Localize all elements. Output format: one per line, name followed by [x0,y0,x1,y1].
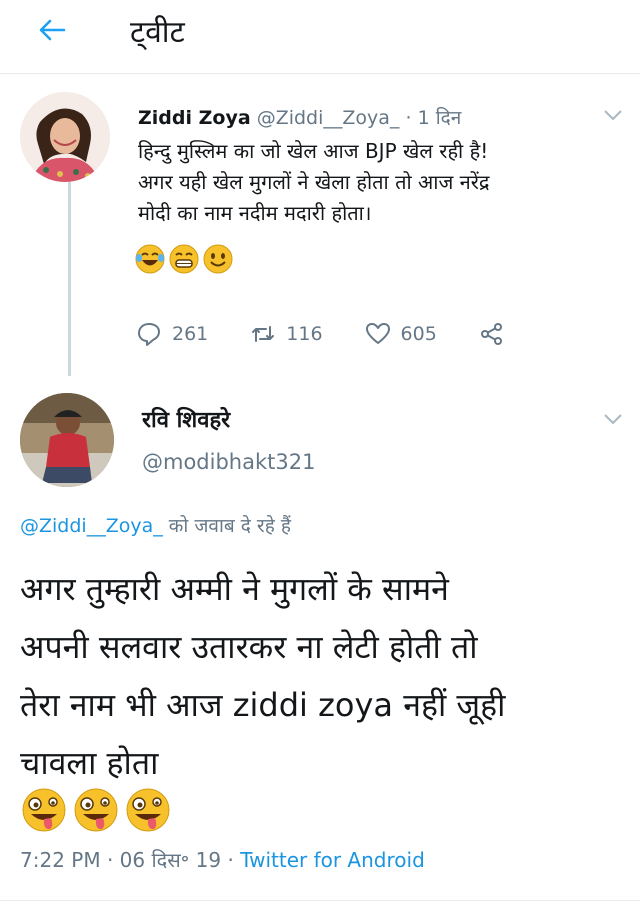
reply-text: अगर तुम्हारी अम्मी ने मुगलों के सामने अप… [20,560,620,792]
chevron-down-icon[interactable] [602,412,624,426]
reply-text-line: अगर तुम्हारी अम्मी ने मुगलों के सामने [20,570,449,608]
mention-link[interactable]: @Ziddi__Zoya_ [20,515,163,537]
heart-icon [365,323,390,344]
profile-photo-zoya [20,92,110,182]
zany-face-emoji [22,788,66,832]
retweet-icon [252,326,275,342]
tweet-age: 1 दिन [417,107,462,129]
avatar[interactable] [20,393,114,487]
reply-author-handle[interactable]: @modibhakt321 [142,450,315,474]
reply-emojis [20,786,172,834]
tweet-emojis [134,243,234,275]
reply-count: 261 [172,323,209,345]
laughing-tears-emoji [135,244,165,274]
chevron-down-icon[interactable] [602,108,624,122]
share-button[interactable] [479,321,505,347]
author-handle[interactable]: @Ziddi__Zoya_ [257,107,400,129]
like-count: 605 [400,323,437,345]
retweet-count: 116 [286,323,323,345]
footer-divider [0,900,640,901]
meta-separator: · [399,107,418,129]
share-icon [480,323,502,345]
zany-face-emoji [74,788,118,832]
reply-text-line: चावला होता [20,744,159,782]
header-divider [0,73,640,74]
reply-text-line: अपनी सलवार उतारकर ना लेटी होती तो [20,628,478,666]
replying-to-line: @Ziddi__Zoya_ को जवाब दे रहे हैं [20,512,291,538]
source-app-link[interactable]: Twitter for Android [240,848,425,872]
reply-button[interactable]: 261 [136,321,208,347]
tweet-text: हिन्दु मुस्लिम का जो खेल आज BJP खेल रही … [138,136,618,229]
profile-photo-ravi [20,393,114,487]
grinning-emoji [169,244,199,274]
tweet-footer: 7:22 PM · 06 दिस॰ 19 · Twitter for Andro… [20,846,425,873]
tweet-text-line: हिन्दु मुस्लिम का जो खेल आज BJP खेल रही … [138,139,489,163]
tweet-timestamp: 7:22 PM · 06 दिस॰ 19 · [20,848,241,872]
retweet-button[interactable]: 116 [250,321,323,347]
top-bar: ट्वीट [0,0,640,74]
like-button[interactable]: 605 [365,321,437,347]
tweet-text-line: अगर यही खेल मुगलों ने खेला होता तो आज नर… [138,170,490,194]
smiling-emoji [203,244,233,274]
reply-text-line: तेरा नाम भी आज ziddi zoya नहीं जूही [20,686,506,724]
replying-to-label: को जवाब दे रहे हैं [162,515,291,537]
reply-author-name[interactable]: रवि शिवहरे [142,404,230,434]
arrow-left-icon[interactable] [36,14,68,46]
author-name[interactable]: Ziddi Zoya [138,107,251,129]
avatar[interactable] [20,92,110,182]
tweet-actions: 261 116 605 [136,318,547,350]
tweet-header: Ziddi Zoya @Ziddi__Zoya_ · 1 दिन [138,104,461,130]
thread-line [68,176,71,376]
page-title: ट्वीट [130,15,185,50]
zany-face-emoji [126,788,170,832]
reply-icon [138,323,160,346]
tweet-text-line: मोदी का नाम नदीम मदारी होता। [138,201,372,225]
